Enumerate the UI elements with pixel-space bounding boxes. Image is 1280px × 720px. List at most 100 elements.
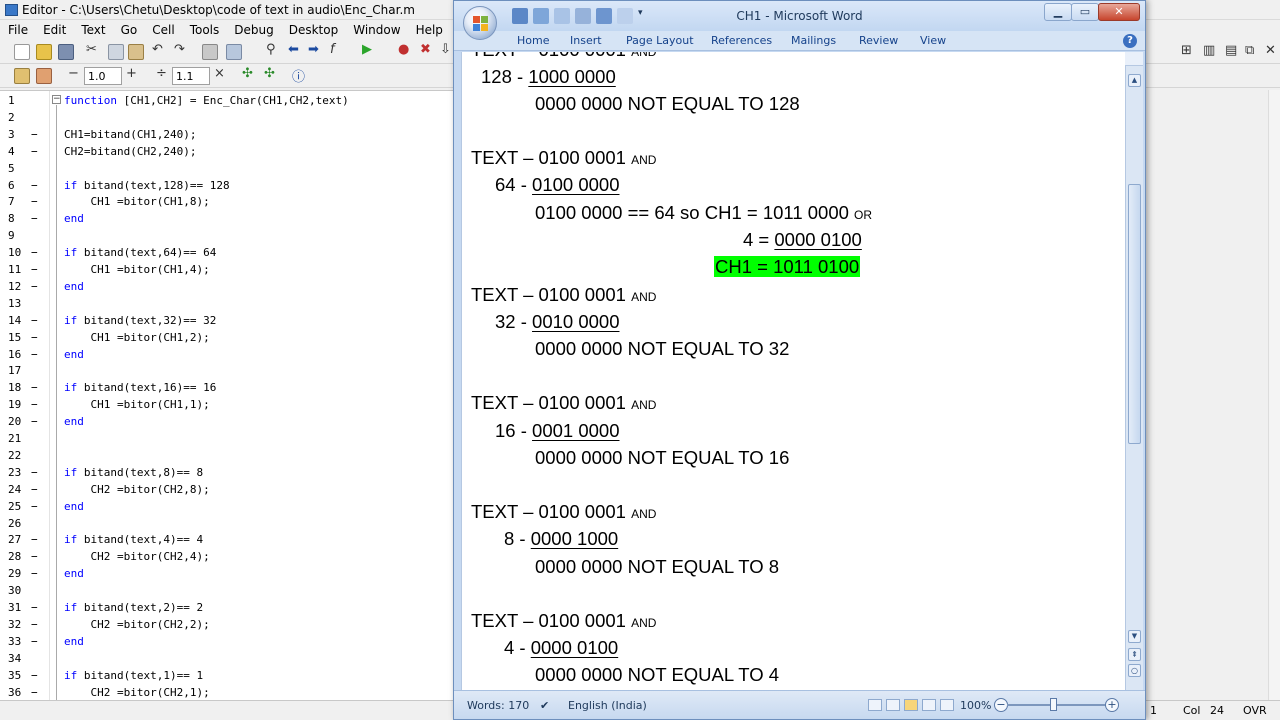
clear-breakpoints-icon[interactable]: ✖ [420,42,431,57]
tile-layout-icon[interactable]: ⊞ [1181,43,1192,58]
zoom-level[interactable]: 100% [960,699,991,712]
run-icon[interactable]: ▶ [362,42,372,57]
breakpoint-marker[interactable]: − [31,246,38,259]
web-layout-view-icon[interactable] [904,699,918,711]
full-screen-reading-view-icon[interactable] [886,699,900,711]
increment-button[interactable]: + [126,66,137,81]
tab-insert[interactable]: Insert [570,31,602,51]
code-line[interactable]: end [64,348,84,361]
breakpoint-marker[interactable]: − [31,280,38,293]
breakpoint-marker[interactable]: − [31,635,38,648]
editor-vertical-scrollbar[interactable] [1268,90,1280,700]
split-vertical-icon[interactable]: ▥ [1203,43,1215,58]
multiply-button[interactable]: × [214,66,225,81]
document-page[interactable]: TEXT – 0100 0001 AND 128 - 1000 0000 000… [461,52,1125,690]
print-preview-icon[interactable] [533,8,549,24]
maximize-button[interactable]: ▭ [1071,3,1099,21]
previous-page-icon[interactable]: ⇞ [1128,648,1141,661]
decrement-button[interactable]: − [68,66,79,81]
breakpoint-marker[interactable]: − [31,381,38,394]
forward-arrow-icon[interactable]: ➡ [308,42,319,57]
split-horizontal-icon[interactable]: ▤ [1225,43,1237,58]
fold-toggle-icon[interactable]: − [52,95,61,104]
breakpoint-marker[interactable]: − [31,601,38,614]
code-line[interactable]: CH2 =bitor(CH2,1); [64,686,209,699]
step-icon[interactable]: ⇩ [440,42,451,57]
menu-desktop[interactable]: Desktop [281,20,346,40]
proofing-icon[interactable]: ✔ [540,699,549,712]
breakpoint-marker[interactable]: − [31,483,38,496]
find-binoculars-icon[interactable]: ⚲ [266,42,276,57]
breakpoint-marker[interactable]: − [31,669,38,682]
code-line[interactable]: CH1 =bitor(CH1,2); [64,331,209,344]
scroll-down-button[interactable]: ▼ [1128,630,1141,643]
code-editor-pane[interactable]: 1 2 3−4−5 6−7−8−9 10−11−12−13 14−15−16−17 18−1… [0,90,456,701]
back-arrow-icon[interactable]: ⬅ [288,42,299,57]
open-folder-icon[interactable] [36,44,52,60]
function-icon[interactable]: f [330,42,335,57]
scroll-up-button[interactable]: ▲ [1128,74,1141,87]
copy-icon[interactable] [108,44,124,60]
cut-icon[interactable]: ✂ [86,42,97,57]
view-ruler-icon[interactable] [1125,52,1143,66]
code-line[interactable]: CH1=bitand(CH1,240); [64,128,196,141]
document-vertical-scrollbar[interactable]: ▲ ▼ ⇞ ○ [1125,52,1143,690]
close-editor-icon[interactable]: ✕ [1265,43,1276,58]
zoom-in-button[interactable]: + [1105,698,1119,712]
code-line[interactable]: end [64,280,84,293]
breakpoint-marker[interactable]: − [31,145,38,158]
undo-icon[interactable] [596,8,612,24]
code-line[interactable]: if bitand(text,2)== 2 [64,601,203,614]
tab-references[interactable]: References [711,31,772,51]
breakpoint-marker[interactable]: − [31,179,38,192]
breakpoint-marker[interactable]: − [31,466,38,479]
menu-cell[interactable]: Cell [144,20,181,40]
breakpoint-marker[interactable]: − [31,348,38,361]
code-line[interactable]: if bitand(text,1)== 1 [64,669,203,682]
help-icon[interactable]: ? [1123,34,1137,48]
zoom-slider[interactable] [1007,704,1107,706]
breakpoint-marker[interactable]: − [31,686,38,699]
menu-text[interactable]: Text [73,20,112,40]
code-line[interactable]: if bitand(text,8)== 8 [64,466,203,479]
code-line[interactable]: CH1 =bitor(CH1,4); [64,263,209,276]
menu-file[interactable]: File [0,20,35,40]
menu-edit[interactable]: Edit [35,20,73,40]
tab-view[interactable]: View [920,31,946,51]
menu-tools[interactable]: Tools [182,20,227,40]
code-line[interactable]: if bitand(text,4)== 4 [64,533,203,546]
breakpoint-marker[interactable]: − [31,415,38,428]
tab-mailings[interactable]: Mailings [791,31,836,51]
tab-review[interactable]: Review [859,31,898,51]
code-line[interactable]: if bitand(text,64)== 64 [64,246,216,259]
evaluate-advance-icon[interactable]: ✣ [264,66,275,81]
code-line[interactable]: if bitand(text,32)== 32 [64,314,216,327]
breakpoint-marker[interactable]: − [31,314,38,327]
print-layout-view-icon[interactable] [868,699,882,711]
code-line[interactable]: CH2 =bitor(CH2,8); [64,483,209,496]
insert-cell-icon[interactable] [14,68,30,84]
code-line[interactable]: end [64,212,84,225]
code-line[interactable]: if bitand(text,128)== 128 [64,179,230,192]
undock-icon[interactable]: ⧉ [1245,43,1254,58]
spelling-icon[interactable] [575,8,591,24]
outline-view-icon[interactable] [922,699,936,711]
redo-icon[interactable] [617,8,633,24]
print-icon[interactable] [202,44,218,60]
code-line[interactable]: end [64,635,84,648]
office-button[interactable] [463,6,497,40]
paste-icon[interactable] [128,44,144,60]
draft-view-icon[interactable] [940,699,954,711]
breakpoint-marker[interactable]: − [31,618,38,631]
breakpoint-marker[interactable]: − [31,533,38,546]
breakpoint-marker[interactable]: − [31,331,38,344]
undo-icon[interactable]: ↶ [152,42,163,57]
document-settings-icon[interactable] [226,44,242,60]
new-file-icon[interactable] [14,44,30,60]
word-count[interactable]: Words: 170 [467,699,529,712]
code-line[interactable]: end [64,415,84,428]
save-icon[interactable] [58,44,74,60]
menu-debug[interactable]: Debug [226,20,280,40]
breakpoint-marker[interactable]: − [31,212,38,225]
code-line[interactable]: CH2 =bitor(CH2,2); [64,618,209,631]
